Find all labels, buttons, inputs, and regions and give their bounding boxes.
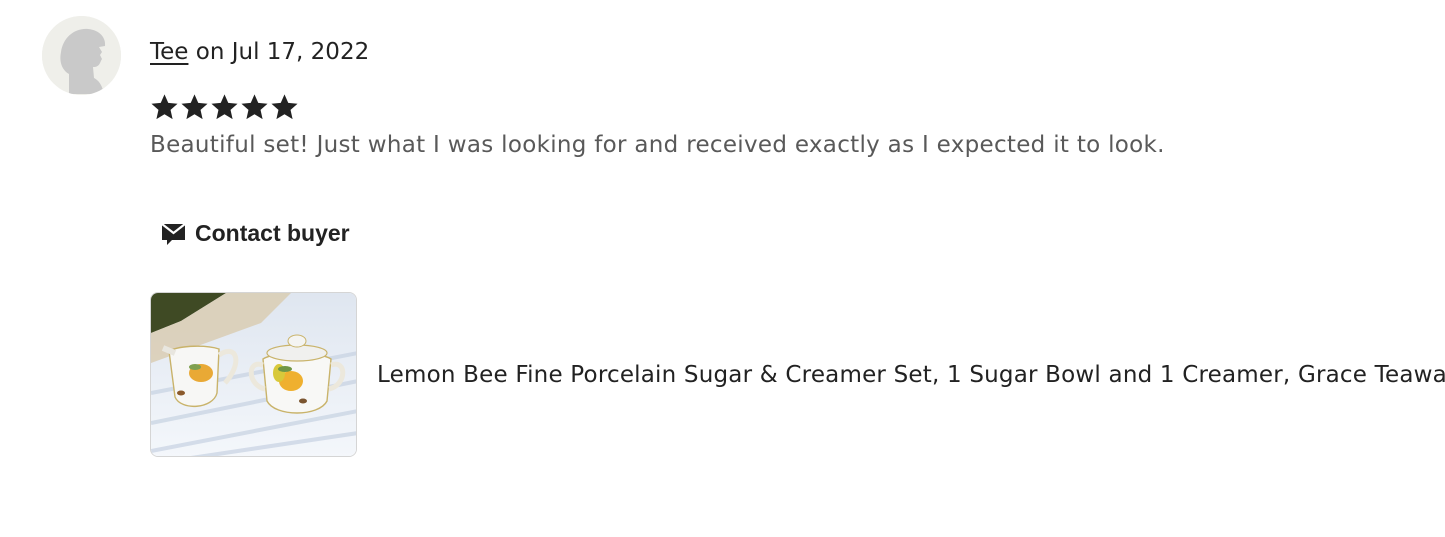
product-title: Lemon Bee Fine Porcelain Sugar & Creamer… — [377, 361, 1445, 388]
review-date: on Jul 17, 2022 — [195, 39, 370, 65]
contact-buyer-button[interactable]: Contact buyer — [160, 216, 350, 250]
avatar — [42, 16, 121, 95]
star-icon — [181, 94, 208, 120]
reviewer-name-link[interactable]: Tee — [150, 39, 188, 65]
star-icon — [241, 94, 268, 120]
star-rating — [150, 92, 299, 124]
star-icon — [271, 94, 298, 120]
product-image — [151, 293, 356, 456]
product-link[interactable]: Lemon Bee Fine Porcelain Sugar & Creamer… — [150, 292, 1445, 457]
envelope-icon — [161, 222, 186, 245]
star-icon — [151, 94, 178, 120]
review-byline: Tee on Jul 17, 2022 — [150, 36, 369, 68]
default-user-icon — [42, 16, 121, 95]
product-thumbnail[interactable] — [150, 292, 357, 457]
contact-buyer-label: Contact buyer — [195, 219, 350, 246]
review-text: Beautiful set! Just what I was looking f… — [150, 132, 1165, 158]
star-icon — [211, 94, 238, 120]
